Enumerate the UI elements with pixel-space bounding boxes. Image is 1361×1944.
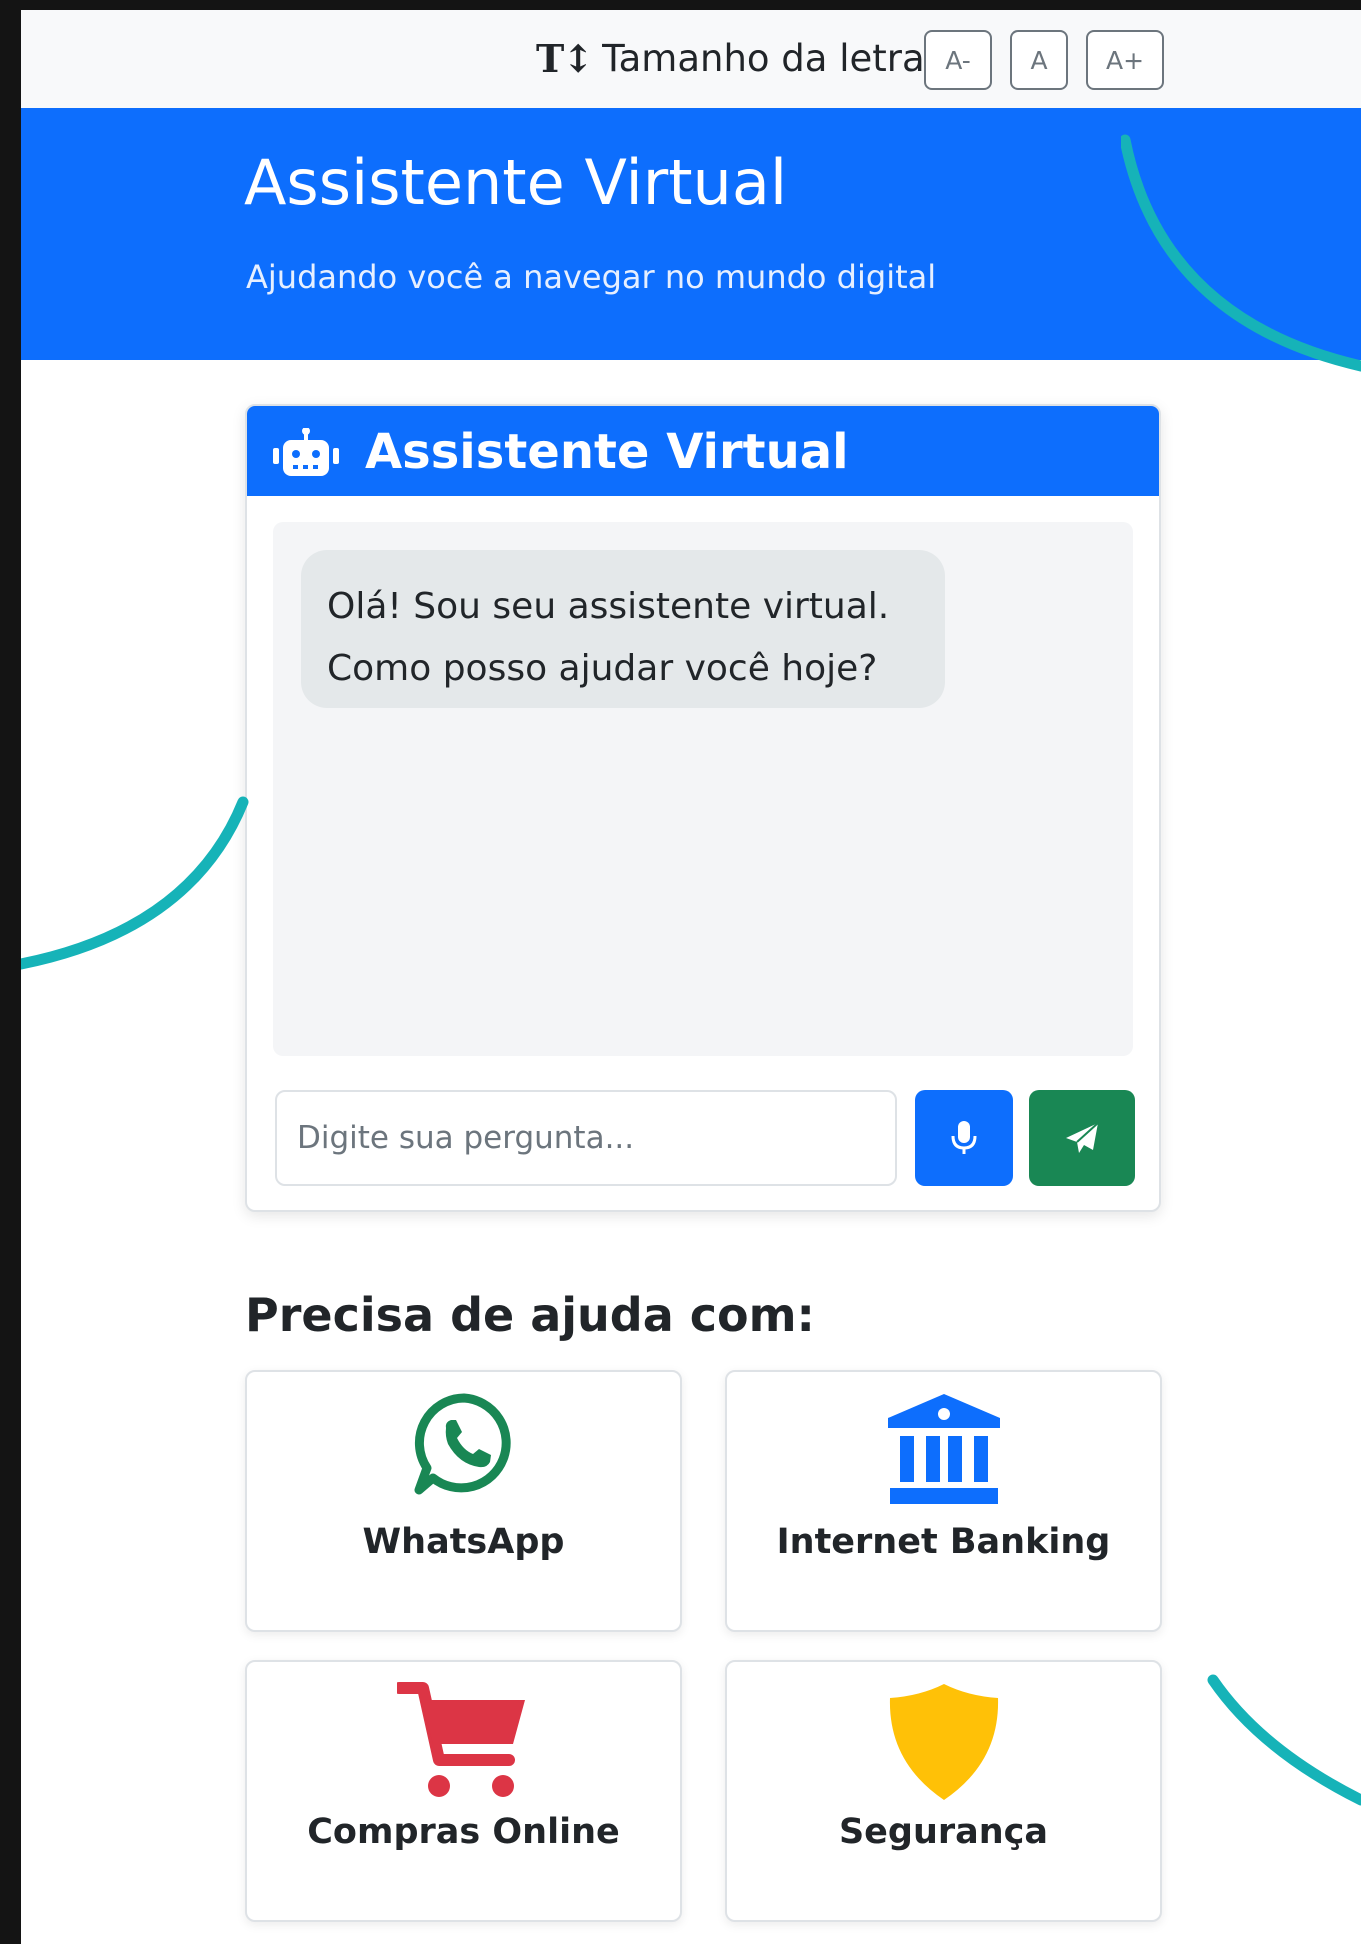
send-button[interactable]: [1029, 1090, 1135, 1186]
bot-message-line: Como posso ajudar você hoje?: [327, 648, 878, 689]
help-card-label: Segurança: [838, 1812, 1049, 1852]
bank-icon: [887, 1394, 1000, 1504]
chat-header: Assistente Virtual: [247, 406, 1159, 496]
chat-card: Assistente Virtual Olá! Sou seu assisten…: [245, 404, 1161, 1212]
bot-message-line: Olá! Sou seu assistente virtual.: [327, 586, 890, 627]
help-card-label: Internet Banking: [776, 1522, 1111, 1562]
chat-input[interactable]: [275, 1090, 897, 1186]
decorative-swirl: [1207, 1674, 1361, 1806]
chat-messages: Olá! Sou seu assistente virtual. Como po…: [273, 522, 1133, 1056]
font-size-label-text: Tamanho da letra:: [602, 36, 938, 80]
decorative-swirl: [21, 796, 249, 970]
font-size-label: T↕ Tamanho da letra:: [536, 34, 937, 82]
shield-icon: [889, 1684, 998, 1800]
text-height-icon: T↕: [536, 35, 594, 81]
mic-button[interactable]: [915, 1090, 1013, 1186]
bot-message: Olá! Sou seu assistente virtual. Como po…: [301, 550, 945, 708]
microphone-icon: [951, 1121, 977, 1154]
help-card-seguranca[interactable]: Segurança: [725, 1660, 1162, 1922]
cart-icon: [396, 1682, 525, 1797]
robot-icon: [273, 428, 339, 476]
font-size-bar: T↕ Tamanho da letra: A- A A+: [21, 10, 1361, 108]
paper-plane-icon: [1066, 1122, 1099, 1153]
help-card-whatsapp[interactable]: WhatsApp: [245, 1370, 682, 1632]
page-header: Assistente Virtual Ajudando você a naveg…: [21, 108, 1361, 360]
help-card-label: WhatsApp: [362, 1522, 565, 1562]
help-card-internet-banking[interactable]: Internet Banking: [725, 1370, 1162, 1632]
whatsapp-icon: [414, 1393, 511, 1495]
font-reset-button[interactable]: A: [1010, 30, 1068, 90]
font-decrease-button[interactable]: A-: [924, 30, 992, 90]
chat-title: Assistente Virtual: [365, 424, 849, 480]
page-subtitle: Ajudando você a navegar no mundo digital: [246, 258, 937, 296]
help-heading: Precisa de ajuda com:: [245, 1288, 815, 1342]
page: T↕ Tamanho da letra: A- A A+ Assistente …: [21, 10, 1361, 1944]
help-card-label: Compras Online: [307, 1812, 620, 1852]
help-card-compras-online[interactable]: Compras Online: [245, 1660, 682, 1922]
font-increase-button[interactable]: A+: [1086, 30, 1164, 90]
page-title: Assistente Virtual: [244, 146, 788, 219]
